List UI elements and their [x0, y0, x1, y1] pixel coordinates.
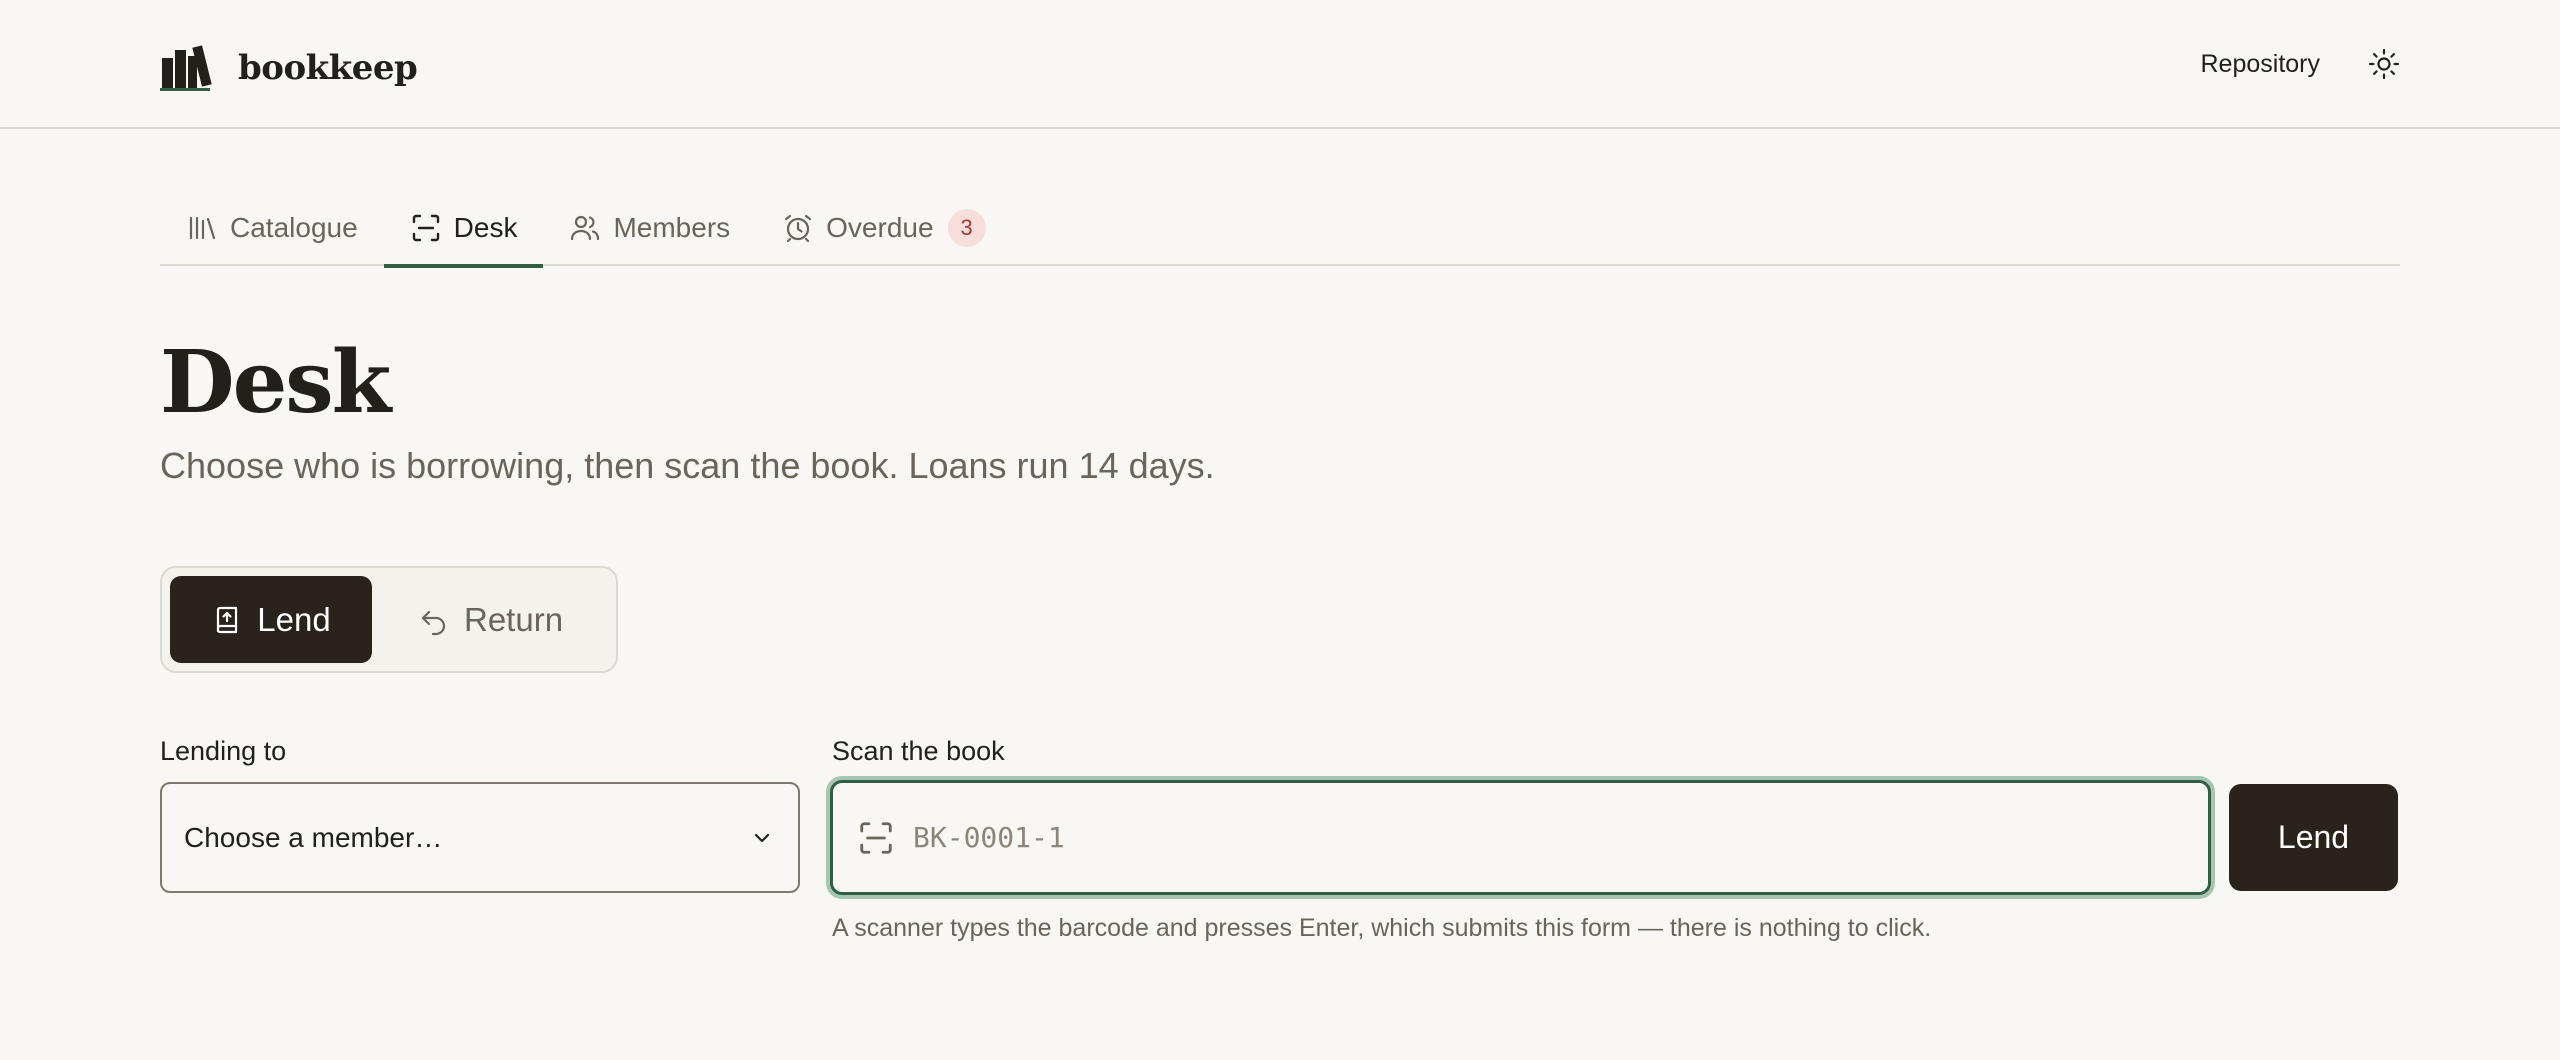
undo-arrow-icon: [421, 610, 446, 635]
top-nav: Repository: [2201, 42, 2401, 86]
books-logo-icon: [160, 45, 212, 91]
return-mode-label: Return: [464, 600, 564, 638]
alarm-clock-icon: [785, 214, 812, 243]
tab-label: Members: [613, 212, 731, 243]
lend-mode-label: Lend: [257, 600, 331, 638]
scan-field: [830, 780, 2211, 895]
tab-desk[interactable]: Desk: [383, 190, 544, 268]
tab-label: Catalogue: [230, 212, 358, 243]
member-select-label: Lending to: [160, 736, 287, 766]
brand-name: bookkeep: [238, 48, 418, 88]
sun-icon[interactable]: [2368, 48, 2400, 80]
tab-overdue[interactable]: Overdue 3: [756, 190, 1011, 266]
library-icon: [189, 216, 216, 240]
barcode-input[interactable]: [913, 783, 2208, 892]
member-select-value: Choose a member…: [184, 821, 443, 853]
return-mode-button[interactable]: Return: [418, 576, 563, 663]
member-select[interactable]: Choose a member…: [160, 782, 800, 893]
tab-members[interactable]: Members: [543, 190, 756, 266]
brand[interactable]: bookkeep: [160, 44, 418, 92]
scan-field-label: Scan the book: [832, 736, 1005, 766]
page-subtitle: Choose who is borrowing, then scan the b…: [160, 445, 1215, 486]
page-title: Desk: [160, 332, 391, 433]
tab-catalogue[interactable]: Catalogue: [160, 190, 384, 266]
lend-mode-button[interactable]: Lend: [170, 576, 372, 663]
barcode-scan-icon: [860, 821, 892, 854]
users-icon: [571, 215, 600, 241]
top-header: bookkeep Repository: [0, 0, 2560, 129]
mode-toggle: Lend Return: [160, 566, 618, 673]
chevron-down-icon: [754, 833, 770, 842]
tab-label: Desk: [453, 212, 518, 243]
tab-label: Overdue: [826, 212, 934, 243]
repository-link[interactable]: Repository: [2201, 50, 2321, 79]
lend-submit-button[interactable]: Lend: [2229, 784, 2398, 891]
overdue-count-badge: 3: [947, 209, 986, 247]
scanner-hint: A scanner types the barcode and presses …: [832, 914, 1932, 942]
main-tabs: Catalogue Desk Members Overdue 3: [160, 190, 2400, 268]
scan-icon: [412, 214, 439, 242]
book-upload-icon: [217, 606, 238, 633]
